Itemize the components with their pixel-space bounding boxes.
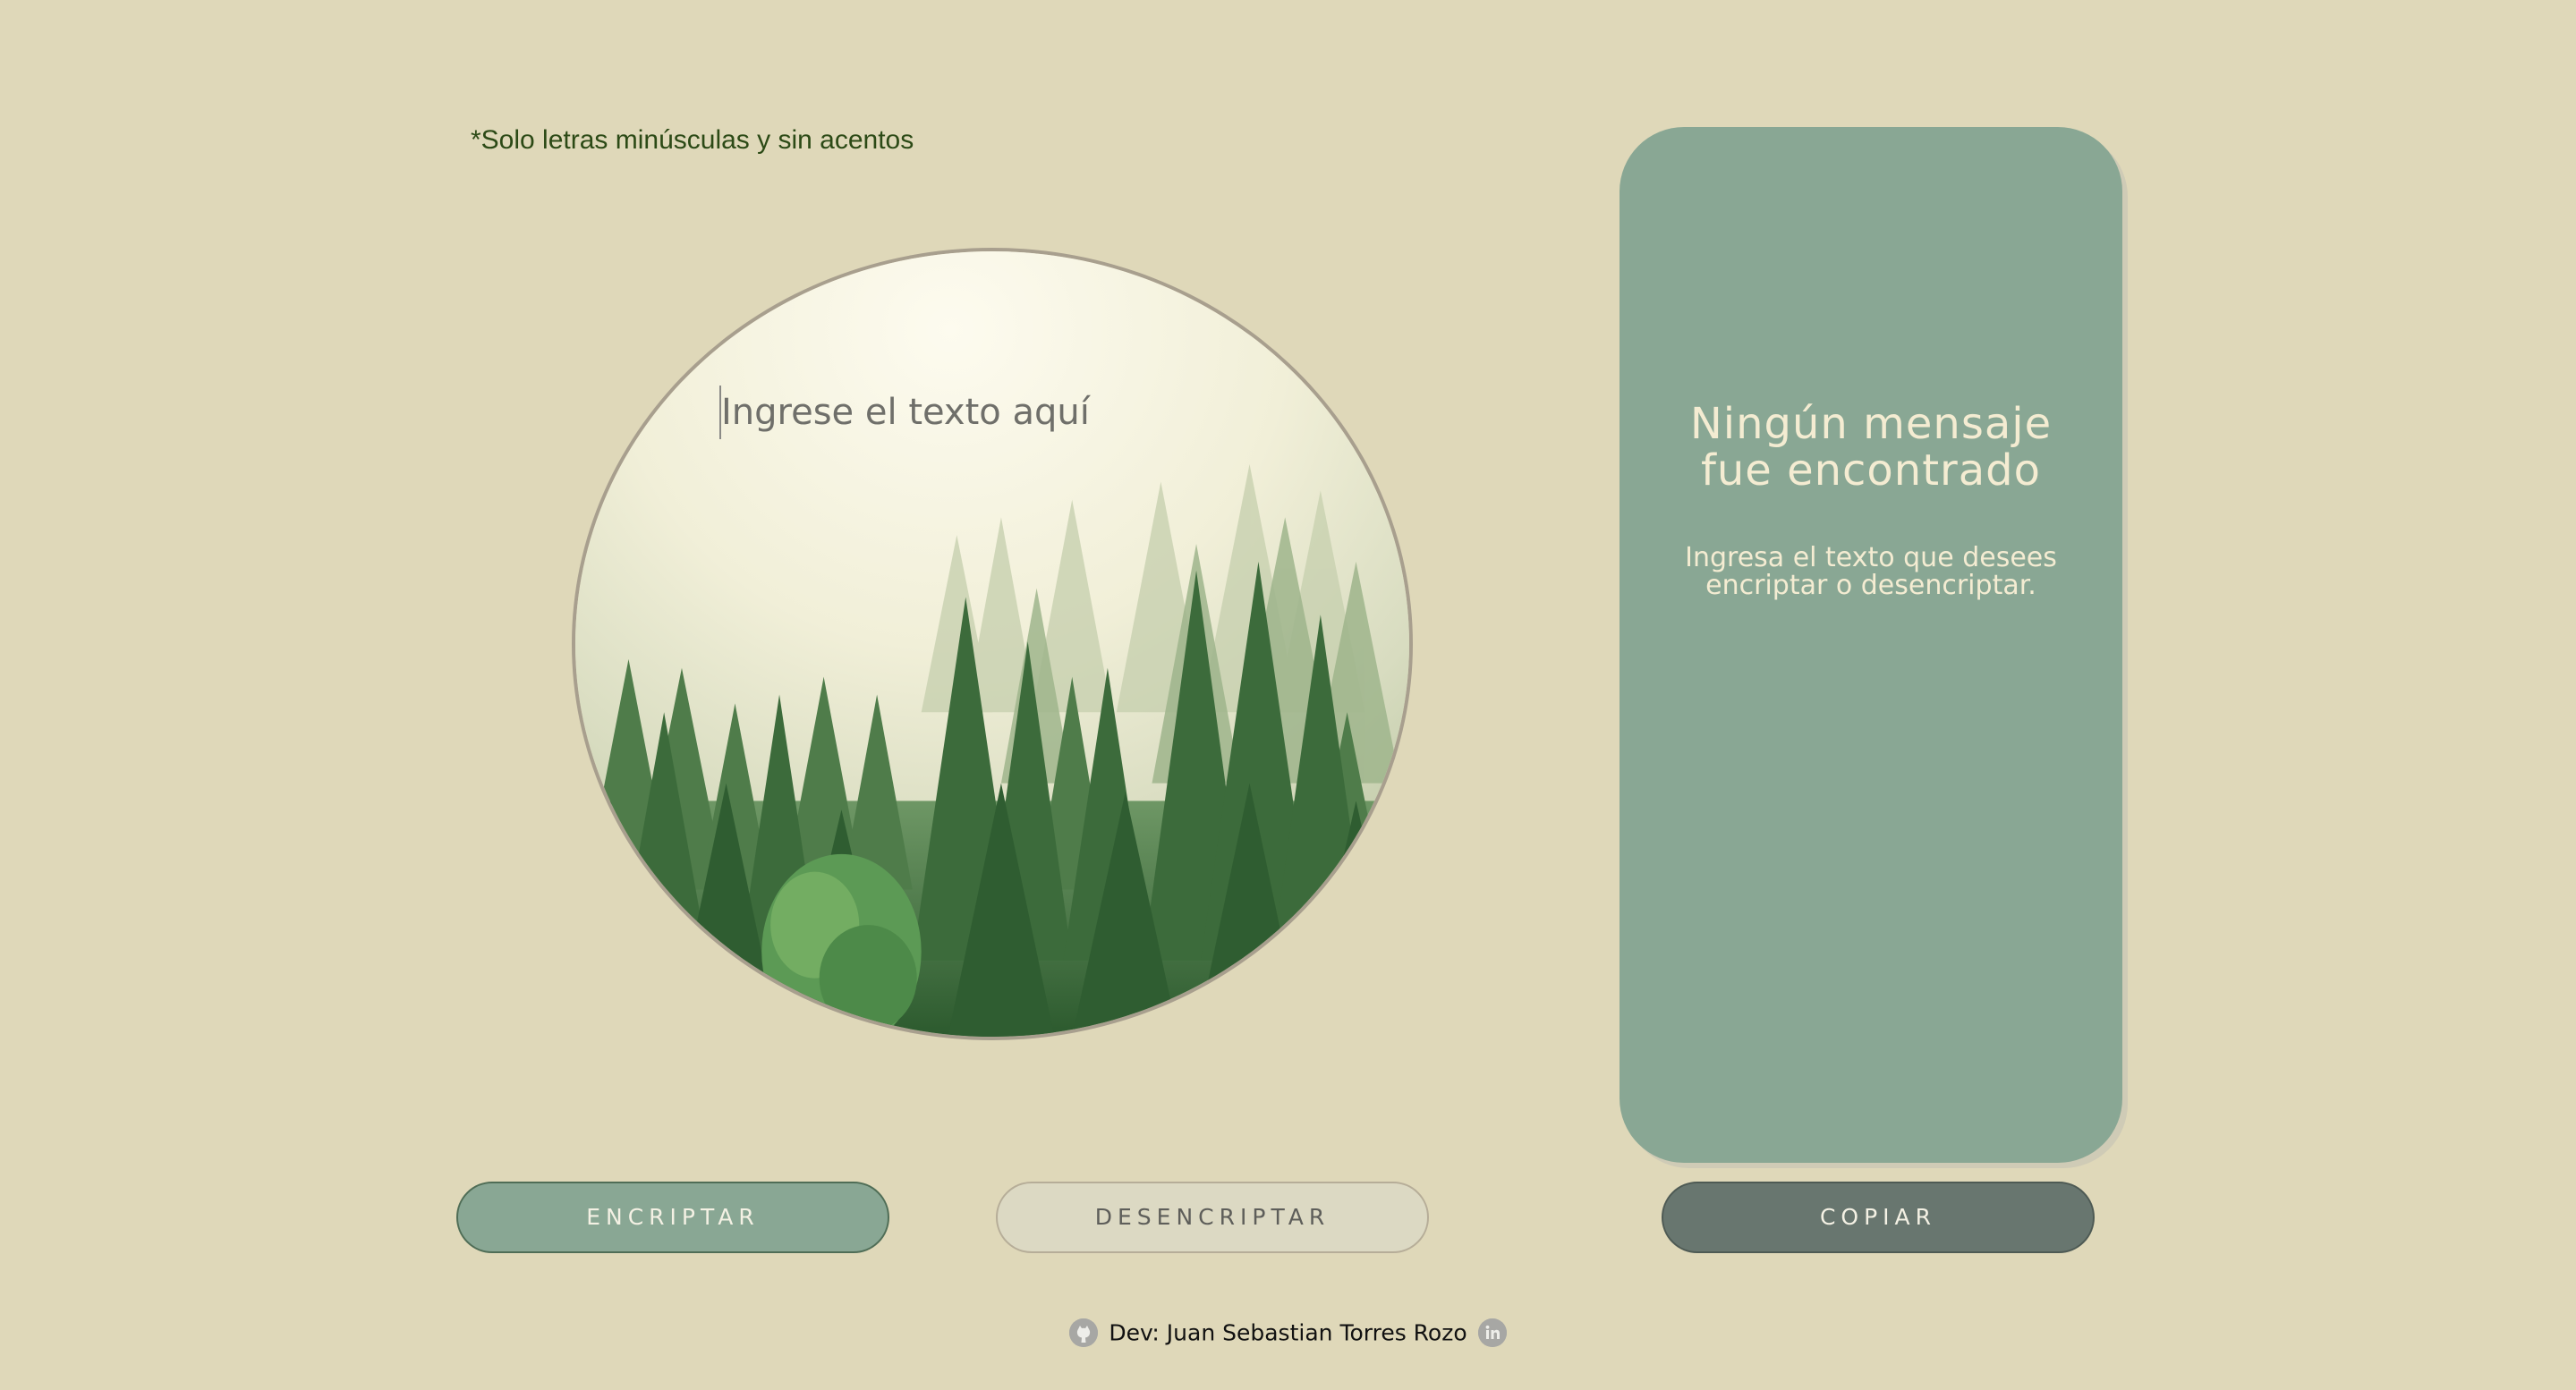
output-panel: Ningún mensaje fue encontrado Ingresa el… [1620,127,2122,1163]
decrypt-button[interactable]: DESENCRIPTAR [996,1182,1429,1253]
no-message-title-line2: fue encontrado [1700,445,2042,496]
no-message-subtitle-line1: Ingresa el texto que desees [1685,542,2057,573]
copy-button[interactable]: COPIAR [1662,1182,2095,1253]
developer-credit: Dev: Juan Sebastian Torres Rozo [1109,1319,1467,1346]
encrypt-button[interactable]: ENCRIPTAR [456,1182,889,1253]
footer: Dev: Juan Sebastian Torres Rozo [0,1318,2576,1347]
linkedin-icon[interactable] [1477,1318,1507,1347]
input-note: *Solo letras minúsculas y sin acentos [471,125,914,155]
text-input-area[interactable] [572,248,1413,1040]
no-message-title: Ningún mensaje fue encontrado [1620,401,2122,494]
message-input[interactable] [719,386,1276,439]
no-message-title-line1: Ningún mensaje [1689,399,2053,449]
github-icon[interactable] [1069,1318,1099,1347]
no-message-subtitle-line2: encriptar o desencriptar. [1705,570,2036,601]
no-message-subtitle: Ingresa el texto que desees encriptar o … [1655,544,2087,599]
forest-background-image [575,251,1409,1037]
